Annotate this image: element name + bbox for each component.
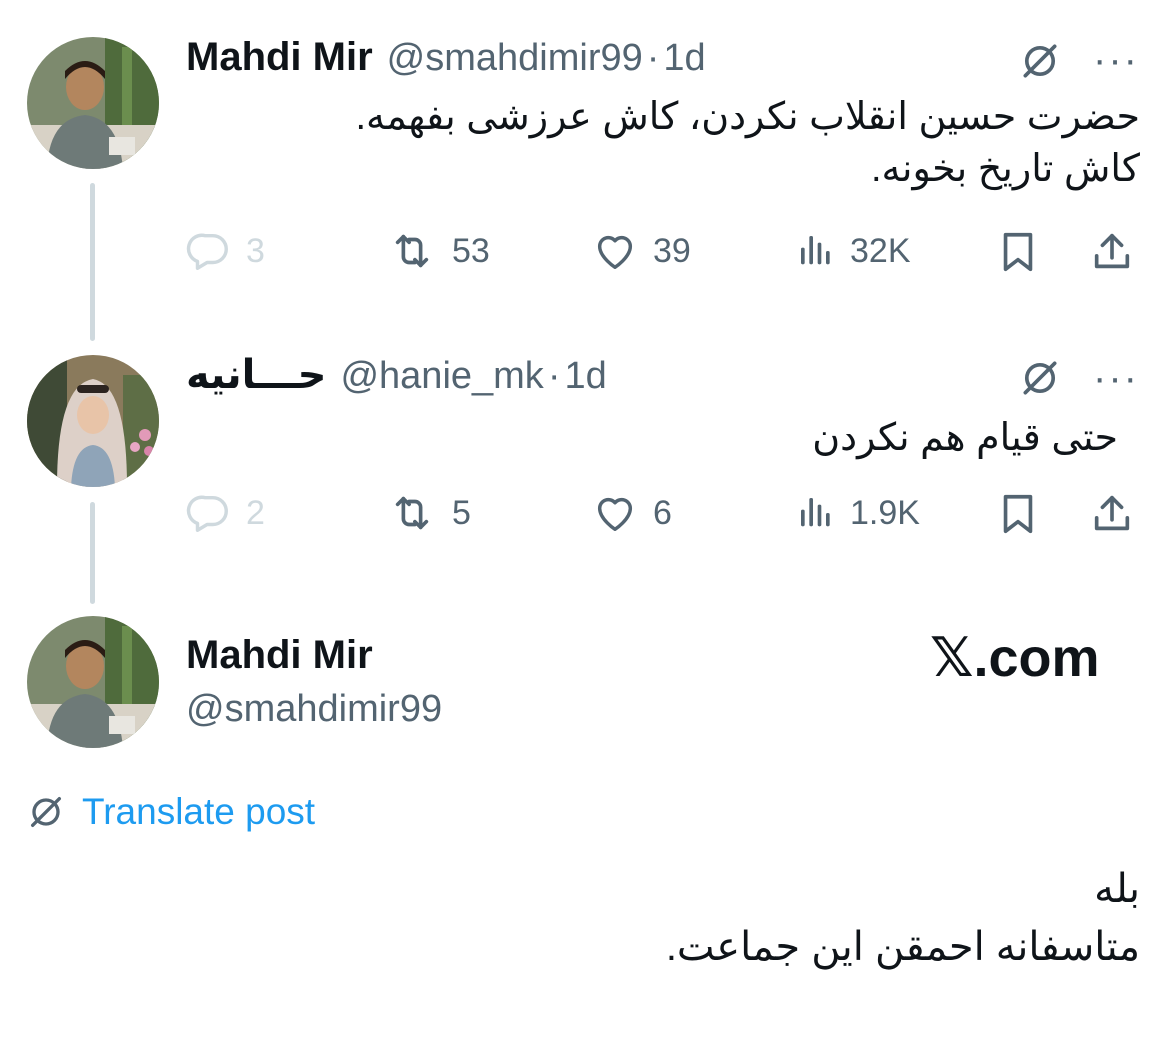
like-icon [591,490,639,536]
author-handle[interactable]: @hanie_mk [340,353,543,399]
views-button[interactable]: 1.9K [796,490,920,536]
post-text-line: متاسفانه احمقن این جماعت. [665,925,1140,969]
avatar-mahdi-main[interactable] [27,616,159,748]
post-text: بله متاسفانه احمقن این جماعت. [666,860,1140,976]
bookmark-icon[interactable] [994,228,1042,276]
avatar-mahdi[interactable] [27,37,159,169]
bookmark-icon[interactable] [994,490,1042,538]
post-text-line: بله [1094,867,1140,911]
like-button[interactable]: 39 [591,228,691,274]
author-handle[interactable]: @smahdimir99 [186,686,442,732]
reply-icon [186,490,232,536]
like-icon [591,228,639,274]
views-button[interactable]: 32K [796,228,911,274]
tweet-text-line: کاش تاریخ بخونه. [870,148,1140,190]
views-icon [796,490,836,536]
reply-button[interactable]: 2 [186,490,265,536]
share-icon[interactable] [1088,490,1136,538]
views-count: 1.9K [850,493,920,532]
tweet-header: حـــانیه @hanie_mk · 1d [186,352,607,399]
views-count: 32K [850,231,911,270]
tweet-header: Mahdi Mir @smahdimir99 · 1d [186,34,706,81]
thread-line [90,183,95,341]
thread-line [90,502,95,604]
more-icon[interactable]: ··· [1092,40,1140,80]
reply-count: 2 [246,493,265,532]
avatar-hanie[interactable] [27,355,159,487]
translate-post-label[interactable]: Translate post [82,790,315,834]
translate-icon [26,792,66,832]
share-icon[interactable] [1088,228,1136,276]
repost-count: 53 [452,231,490,270]
like-button[interactable]: 6 [591,490,672,536]
tweet-text-line: حتی قیام هم نکردن [812,417,1118,459]
grok-icon[interactable] [1016,37,1064,85]
watermark: 𝕏.com [930,628,1100,688]
more-icon[interactable]: ··· [1092,358,1140,398]
reply-button[interactable]: 3 [186,228,265,274]
author-handle[interactable]: @smahdimir99 [387,35,643,81]
author-name[interactable]: Mahdi Mir [186,34,373,80]
translate-post-link[interactable]: Translate post [26,790,315,834]
repost-count: 5 [452,493,471,532]
repost-icon [386,228,438,274]
repost-icon [386,490,438,536]
reply-count: 3 [246,231,265,270]
separator: · [646,37,660,79]
repost-button[interactable]: 5 [386,490,471,536]
author-name[interactable]: حـــانیه [186,352,326,398]
tweet-text: حتی قیام هم نکردن [812,412,1118,464]
tweet-text: حضرت حسین انقلاب نکردن، کاش عرزشی بفهمه.… [355,91,1140,195]
repost-button[interactable]: 53 [386,228,490,274]
reply-icon [186,228,232,274]
like-count: 6 [653,493,672,532]
grok-icon[interactable] [1016,354,1064,402]
separator: · [547,355,561,397]
tweet-text-line: حضرت حسین انقلاب نکردن، کاش عرزشی بفهمه. [355,96,1140,138]
author-name[interactable]: Mahdi Mir [186,632,373,678]
like-count: 39 [653,231,691,270]
post-time[interactable]: 1d [663,35,705,81]
post-time[interactable]: 1d [564,353,606,399]
views-icon [796,228,836,274]
